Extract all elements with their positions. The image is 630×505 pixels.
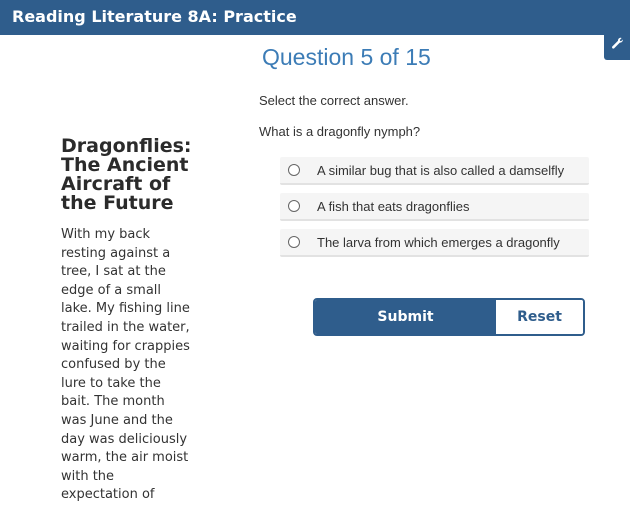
passage-title-line: the Future bbox=[61, 192, 174, 214]
passage-line: confused by the bbox=[61, 357, 166, 373]
question-prompt: What is a dragonfly nymph? bbox=[259, 124, 421, 139]
passage-title: Dragonflies: The Ancient Aircraft of the… bbox=[61, 137, 201, 213]
passage-line: expectation of bbox=[61, 487, 155, 503]
answer-option-3[interactable]: The larva from which emerges a dragonfly bbox=[280, 229, 589, 257]
answer-option-1[interactable]: A similar bug that is also called a dams… bbox=[280, 157, 589, 185]
passage-line: lure to take the bbox=[61, 375, 161, 391]
answer-option-2[interactable]: A fish that eats dragonflies bbox=[280, 193, 589, 221]
question-instruction: Select the correct answer. bbox=[259, 93, 409, 108]
tools-tab[interactable] bbox=[604, 27, 630, 60]
reset-button[interactable]: Reset bbox=[496, 300, 583, 334]
passage-line: waiting for crappies bbox=[61, 338, 190, 354]
passage-line: with the bbox=[61, 468, 115, 484]
answer-option-label: A fish that eats dragonflies bbox=[317, 198, 470, 214]
radio-button[interactable] bbox=[288, 200, 300, 212]
answer-option-label: The larva from which emerges a dragonfly bbox=[317, 234, 560, 250]
top-bar: Reading Literature 8A: Practice bbox=[0, 0, 630, 35]
answer-option-label: A similar bug that is also called a dams… bbox=[317, 162, 565, 178]
app-title: Reading Literature 8A: Practice bbox=[12, 7, 297, 26]
passage-line: resting against a bbox=[61, 245, 171, 261]
passage-line: edge of a small bbox=[61, 282, 162, 298]
answer-options: A similar bug that is also called a dams… bbox=[280, 157, 589, 265]
question-heading: Question 5 of 15 bbox=[262, 44, 431, 70]
passage-line: lake. My fishing line bbox=[61, 301, 190, 317]
passage-line: trailed in the water, bbox=[61, 319, 190, 335]
passage-line: With my back bbox=[61, 227, 151, 242]
passage-line: warm, the air moist bbox=[61, 450, 189, 466]
passage-line: bait. The month bbox=[61, 394, 165, 410]
radio-button[interactable] bbox=[288, 236, 300, 248]
submit-button[interactable]: Submit bbox=[315, 300, 496, 334]
radio-button[interactable] bbox=[288, 164, 300, 176]
passage-line: tree, I sat at the bbox=[61, 264, 166, 280]
passage-text: With my back resting against a tree, I s… bbox=[61, 226, 190, 505]
wrench-icon bbox=[611, 36, 623, 52]
action-button-group: Submit Reset bbox=[313, 298, 585, 336]
passage-line: day was deliciously bbox=[61, 431, 188, 447]
passage-line: was June and the bbox=[61, 412, 173, 428]
